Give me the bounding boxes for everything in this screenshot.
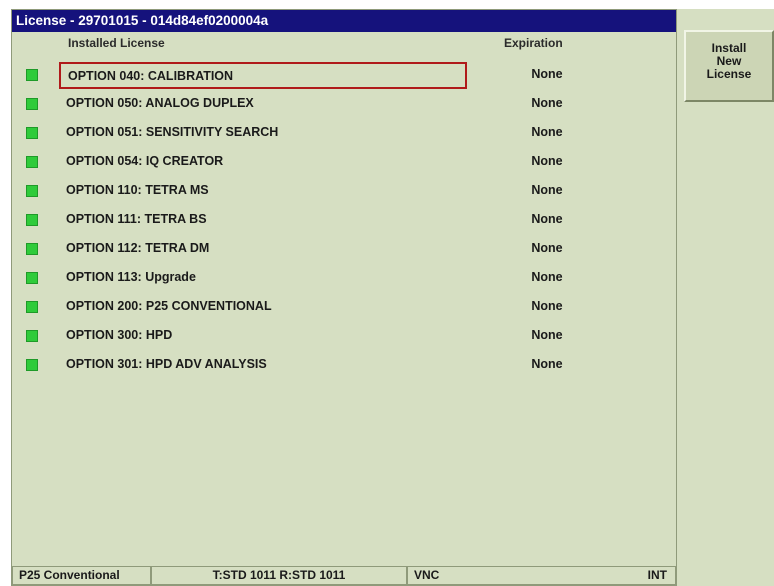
- license-panel: License - 29701015 - 014d84ef0200004a In…: [11, 9, 677, 586]
- install-button-line-1: Install: [711, 40, 747, 55]
- license-expiration: None: [531, 183, 563, 197]
- license-row[interactable]: OPTION 054: IQ CREATOR None: [12, 147, 676, 176]
- license-row[interactable]: OPTION 112: TETRA DM None: [12, 234, 676, 263]
- license-status-indicator: [26, 214, 38, 226]
- window-title: License - 29701015 - 014d84ef0200004a: [12, 10, 676, 32]
- license-status-indicator: [26, 69, 38, 81]
- license-name: OPTION 200: P25 CONVENTIONAL: [66, 299, 272, 313]
- status-reference: INT: [647, 568, 667, 582]
- license-expiration: None: [531, 212, 563, 226]
- license-name: OPTION 112: TETRA DM: [66, 241, 210, 255]
- license-expiration: None: [531, 357, 563, 371]
- license-status-indicator: [26, 98, 38, 110]
- status-mode: P25 Conventional: [12, 566, 151, 585]
- license-expiration: None: [531, 154, 563, 168]
- softkey-panel: Install New License: [677, 9, 774, 586]
- license-expiration: None: [531, 270, 563, 284]
- status-remote: VNC: [414, 568, 440, 582]
- license-expiration: None: [531, 96, 563, 110]
- license-status-indicator: [26, 330, 38, 342]
- license-name: OPTION 054: IQ CREATOR: [66, 154, 224, 168]
- license-name: OPTION 111: TETRA BS: [66, 212, 207, 226]
- license-row[interactable]: OPTION 111: TETRA BS None: [12, 205, 676, 234]
- license-name: OPTION 051: SENSITIVITY SEARCH: [66, 125, 279, 139]
- status-remote-cell: VNC INT: [407, 566, 676, 585]
- license-expiration: None: [531, 299, 563, 313]
- license-row[interactable]: OPTION 301: HPD ADV ANALYSIS None: [12, 350, 676, 379]
- license-status-indicator: [26, 272, 38, 284]
- license-status-indicator: [26, 185, 38, 197]
- license-expiration: None: [531, 241, 563, 255]
- license-status-indicator: [26, 127, 38, 139]
- status-standard: T:STD 1011 R:STD 1011: [151, 566, 407, 585]
- license-expiration: None: [531, 125, 563, 139]
- install-button-line-3: License: [706, 66, 752, 81]
- license-name: OPTION 301: HPD ADV ANALYSIS: [66, 357, 267, 371]
- license-row[interactable]: OPTION 200: P25 CONVENTIONAL None: [12, 292, 676, 321]
- column-header-expiration: Expiration: [504, 36, 563, 50]
- license-expiration: None: [531, 67, 563, 81]
- license-row[interactable]: OPTION 040: CALIBRATION None: [12, 60, 676, 89]
- license-status-indicator: [26, 243, 38, 255]
- license-name: OPTION 110: TETRA MS: [66, 183, 209, 197]
- license-name: OPTION 300: HPD: [66, 328, 173, 342]
- column-header-installed-license: Installed License: [68, 36, 165, 50]
- install-new-license-button[interactable]: Install New License: [684, 30, 774, 102]
- license-row[interactable]: OPTION 110: TETRA MS None: [12, 176, 676, 205]
- license-row[interactable]: OPTION 113: Upgrade None: [12, 263, 676, 292]
- license-status-indicator: [26, 359, 38, 371]
- license-name: OPTION 113: Upgrade: [66, 270, 196, 284]
- license-name: OPTION 040: CALIBRATION: [59, 62, 467, 89]
- license-row[interactable]: OPTION 051: SENSITIVITY SEARCH None: [12, 118, 676, 147]
- license-name: OPTION 050: ANALOG DUPLEX: [66, 96, 254, 110]
- status-bar: P25 Conventional T:STD 1011 R:STD 1011 V…: [12, 566, 676, 585]
- install-button-line-2: New: [716, 53, 742, 68]
- license-status-indicator: [26, 156, 38, 168]
- license-expiration: None: [531, 328, 563, 342]
- license-row[interactable]: OPTION 300: HPD None: [12, 321, 676, 350]
- license-row[interactable]: OPTION 050: ANALOG DUPLEX None: [12, 89, 676, 118]
- license-status-indicator: [26, 301, 38, 313]
